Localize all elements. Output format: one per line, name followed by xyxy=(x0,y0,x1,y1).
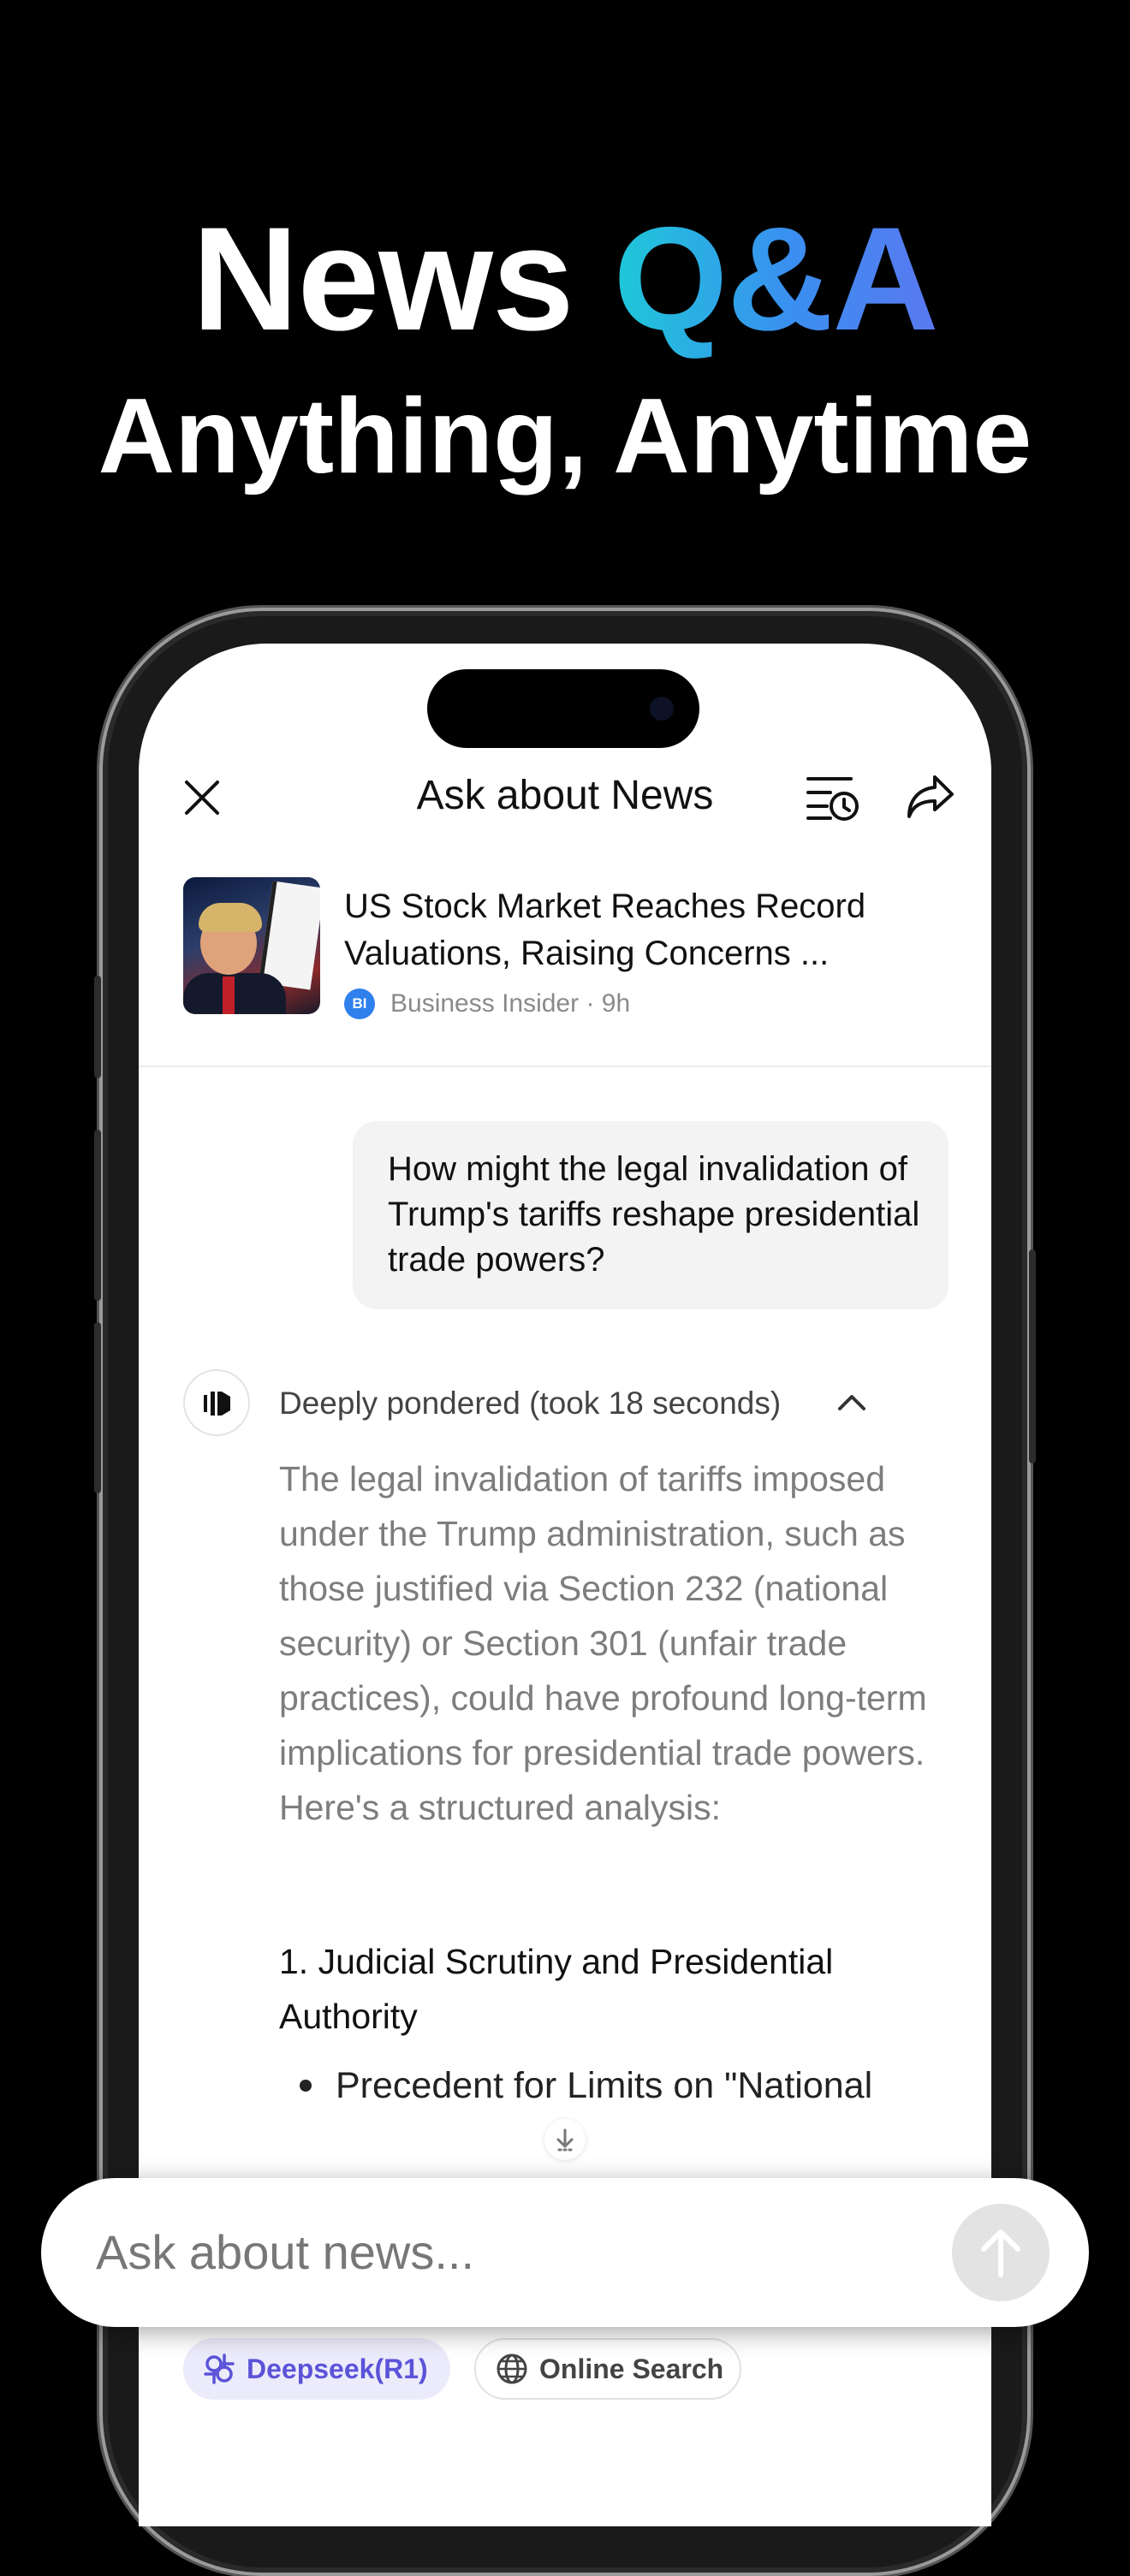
scroll-down-icon[interactable] xyxy=(544,2119,586,2160)
send-button[interactable] xyxy=(952,2204,1050,2301)
divider xyxy=(139,1065,991,1067)
phone-side-button xyxy=(1029,1249,1036,1463)
globe-icon xyxy=(497,2353,527,2384)
article-source: Business Insider · 9h xyxy=(390,989,631,1018)
phone-side-button xyxy=(94,1322,101,1493)
headline-word: News xyxy=(192,197,574,361)
model-icon xyxy=(204,2353,235,2384)
headline-subline: Anything, Anytime xyxy=(98,377,1032,496)
source-logo: BI xyxy=(344,988,375,1019)
dynamic-island xyxy=(427,669,699,748)
reasoning-toggle[interactable]: Deeply pondered (took 18 seconds) xyxy=(279,1385,781,1422)
online-search-label: Online Search xyxy=(539,2353,724,2384)
user-message: How might the legal invalidation of Trum… xyxy=(388,1150,920,1279)
article-thumbnail[interactable] xyxy=(183,877,320,1014)
reasoning-text: The legal invalidation of tariffs impose… xyxy=(279,1459,927,1827)
assistant-logo-icon xyxy=(204,1392,230,1416)
assistant-avatar xyxy=(183,1369,250,1436)
headline-accent: Q&A xyxy=(613,197,938,361)
ask-input-bar[interactable]: Ask about news... xyxy=(41,2178,1089,2327)
online-search-chip[interactable]: Online Search xyxy=(474,2338,741,2400)
history-icon[interactable] xyxy=(805,772,859,823)
model-chip[interactable]: Deepseek(R1) xyxy=(183,2338,450,2400)
answer-heading: 1. Judicial Scrutiny and Presidential Au… xyxy=(279,1942,834,2036)
headline-title: News Q&A xyxy=(0,205,1130,353)
chevron-up-icon[interactable] xyxy=(835,1390,869,1416)
article-title[interactable]: US Stock Market Reaches Record Valuation… xyxy=(344,883,960,977)
share-icon[interactable] xyxy=(904,770,957,823)
ask-input[interactable]: Ask about news... xyxy=(96,2178,474,2327)
bullet-dot xyxy=(300,2080,312,2092)
model-chip-label: Deepseek(R1) xyxy=(247,2353,428,2384)
arrow-up-icon xyxy=(981,2229,1020,2277)
camera-icon xyxy=(650,697,674,721)
phone-side-button xyxy=(94,976,101,1078)
phone-side-button xyxy=(94,1130,101,1301)
page-title: Ask about News xyxy=(416,773,714,818)
